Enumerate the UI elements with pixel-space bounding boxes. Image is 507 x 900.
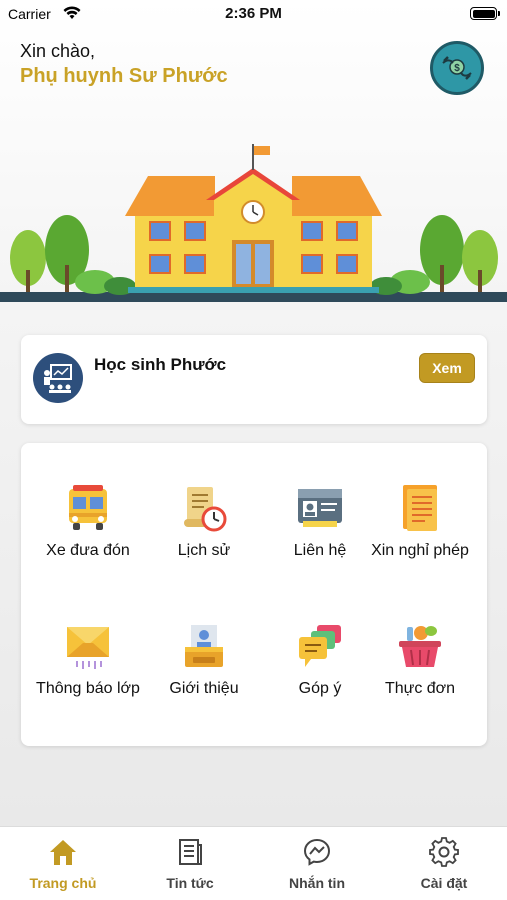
- svg-text:$: $: [454, 63, 460, 74]
- menu-item-label: Xin nghỉ phép: [371, 542, 469, 559]
- menu-item-history[interactable]: Lịch sử: [146, 483, 262, 583]
- money-hand-icon: $: [442, 56, 472, 80]
- teacher-board-icon: [44, 364, 72, 393]
- menu-item-introduction[interactable]: Giới thiệu: [146, 621, 262, 721]
- student-card: Học sinh Phước Xem: [21, 335, 487, 424]
- class-notice-icon: [67, 627, 109, 669]
- greeting-text: Xin chào,: [20, 41, 96, 61]
- tab-settings[interactable]: Cài đặt: [381, 827, 507, 900]
- menu-item-contact[interactable]: Liên hệ: [262, 483, 378, 583]
- messenger-icon: [303, 838, 331, 866]
- fee-button[interactable]: $: [430, 41, 484, 95]
- status-bar: Carrier 2:36 PM: [0, 0, 507, 30]
- status-time: 2:36 PM: [225, 5, 282, 22]
- leave-request-icon: [403, 485, 437, 531]
- tab-home[interactable]: Trang chủ: [0, 827, 126, 900]
- introduction-icon: [185, 625, 223, 667]
- school-bus-icon: [69, 485, 107, 530]
- home-icon: [50, 840, 76, 865]
- school-illustration: [0, 144, 507, 302]
- news-icon: [179, 839, 202, 865]
- student-name: Học sinh Phước: [94, 355, 227, 374]
- feedback-icon: [299, 625, 341, 667]
- parent-name: Phụ huynh Sư Phước: [20, 65, 228, 87]
- tab-news[interactable]: Tin tức: [127, 827, 253, 900]
- battery-icon: [470, 7, 500, 20]
- menu-item-menu[interactable]: Thực đơn: [362, 621, 478, 721]
- bottom-tab-bar: Trang chủ Tin tức Nhắn tin Cài đặt: [0, 826, 507, 900]
- tab-label: Trang chủ: [29, 875, 97, 891]
- tab-messages[interactable]: Nhắn tin: [254, 827, 380, 900]
- student-avatar: [33, 353, 83, 403]
- menu-item-leave-request[interactable]: Xin nghỉ phép: [362, 483, 478, 583]
- view-student-button[interactable]: Xem: [419, 353, 475, 383]
- feature-menu: Xe đưa đón Lịch sử Liên hệ Xin nghỉ phép…: [21, 443, 487, 746]
- menu-item-school-bus[interactable]: Xe đưa đón: [30, 483, 146, 583]
- menu-item-label: Thực đơn: [384, 680, 456, 697]
- settings-icon: [429, 837, 459, 867]
- tab-label: Tin tức: [166, 875, 214, 891]
- tab-label: Cài đặt: [420, 875, 468, 891]
- contact-card-icon: [298, 489, 342, 527]
- menu-item-class-notice[interactable]: Thông báo lớp: [30, 621, 146, 721]
- menu-basket-icon: [399, 626, 441, 667]
- history-icon: [184, 487, 227, 532]
- menu-item-feedback[interactable]: Góp ý: [262, 621, 378, 721]
- tab-label: Nhắn tin: [289, 875, 345, 891]
